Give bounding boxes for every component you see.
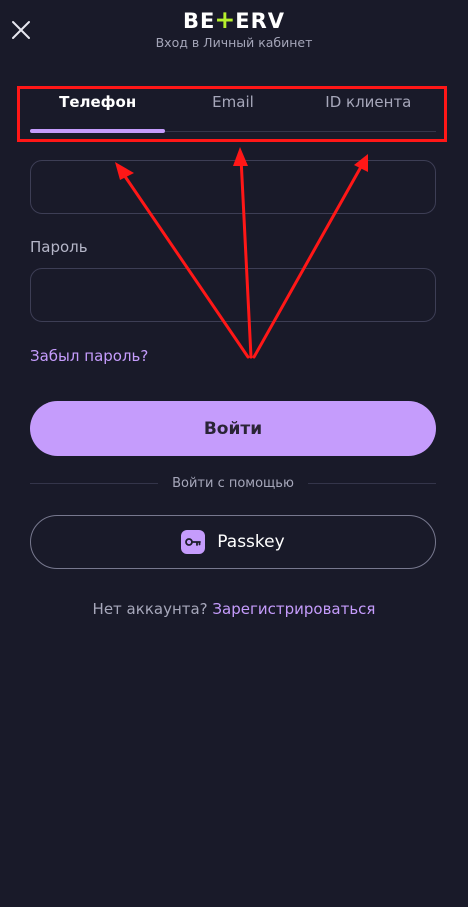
login-method-tabs: Телефон Email ID клиента: [30, 86, 436, 133]
logo-plus: +: [214, 5, 237, 34]
divider-label: Войти с помощью: [172, 476, 294, 491]
password-label: Пароль: [30, 238, 88, 256]
tab-phone[interactable]: Телефон: [30, 86, 166, 133]
tab-client-id[interactable]: ID клиента: [301, 86, 436, 131]
tab-email[interactable]: Email: [165, 86, 300, 131]
login-button[interactable]: Войти: [30, 401, 436, 456]
page-subtitle: Вход в Личный кабинет: [155, 35, 313, 50]
header: BE + ERV Вход в Личный кабинет: [0, 5, 468, 51]
logo-left: BE: [182, 9, 216, 33]
passkey-label: Passkey: [217, 532, 285, 552]
brand-logo: BE + ERV: [182, 5, 286, 34]
register-row: Нет аккаунта? Зарегистрироваться: [0, 600, 468, 618]
logo-right: ERV: [235, 9, 286, 33]
divider-line-left: [30, 483, 159, 484]
forgot-password-link[interactable]: Забыл пароль?: [30, 347, 148, 365]
no-account-text: Нет аккаунта?: [92, 600, 208, 618]
phone-input[interactable]: [30, 160, 436, 214]
divider-line-right: [307, 483, 437, 484]
register-link[interactable]: Зарегистрироваться: [212, 600, 375, 618]
key-icon: [181, 530, 206, 554]
login-with-divider: Войти с помощью: [30, 476, 437, 491]
password-input[interactable]: [30, 268, 436, 322]
passkey-button[interactable]: Passkey: [30, 515, 436, 569]
